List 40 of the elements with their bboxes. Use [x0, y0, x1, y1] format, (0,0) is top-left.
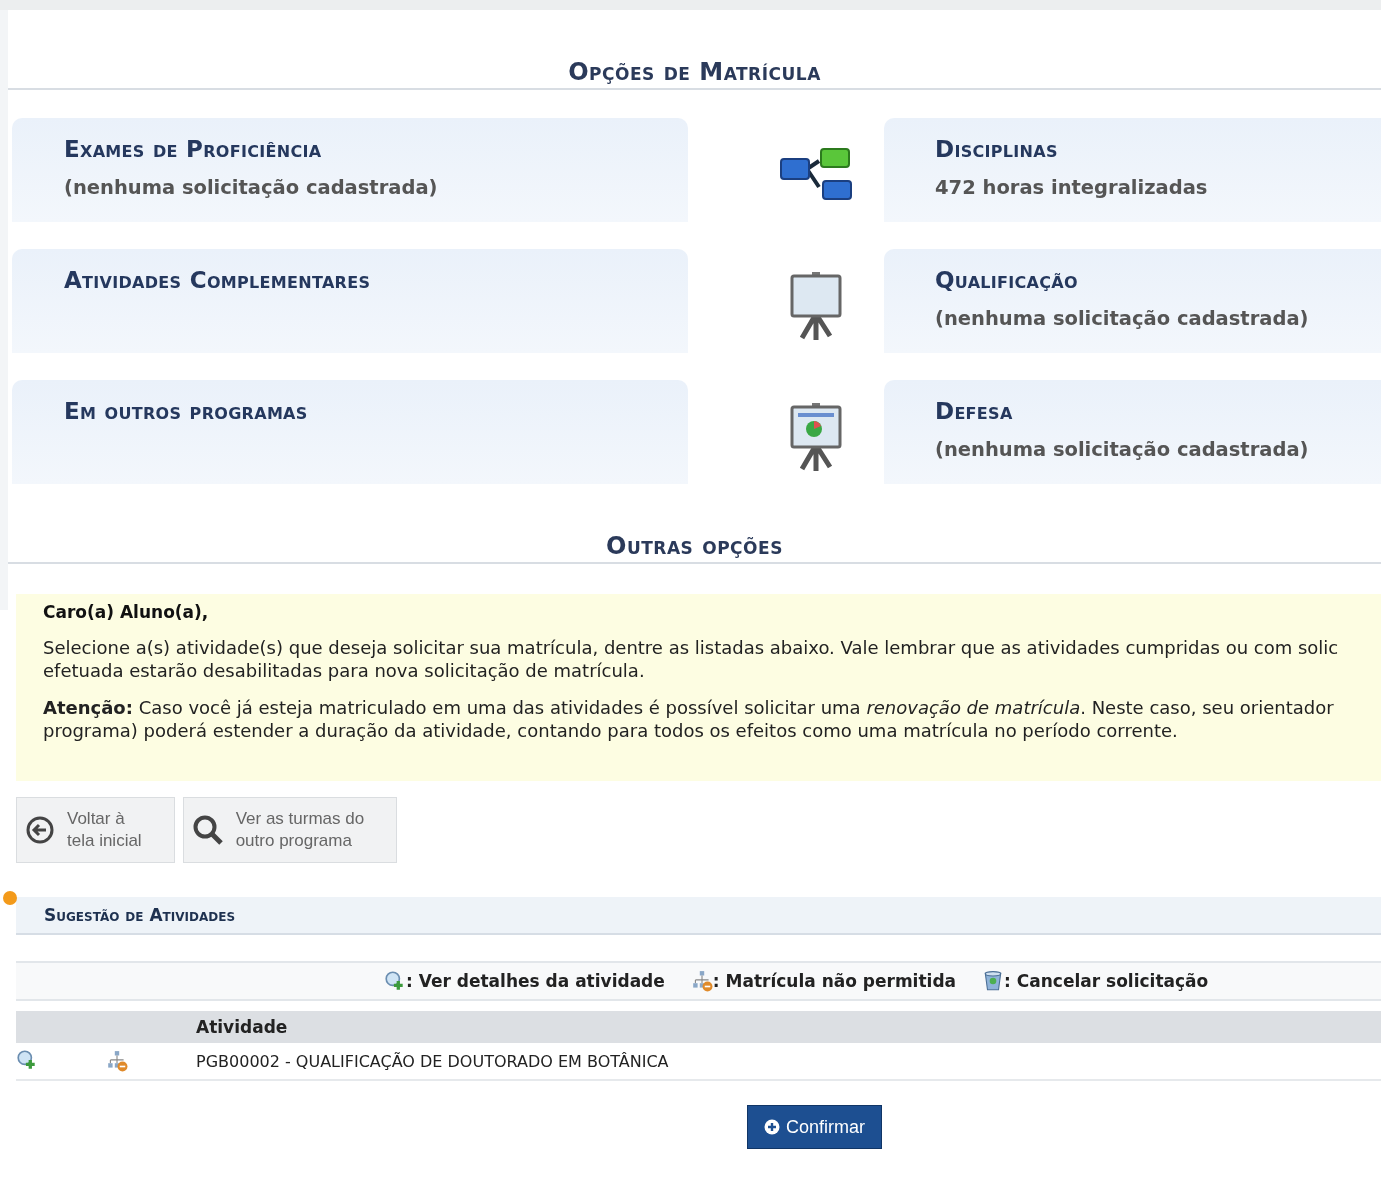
action-button[interactable]: Ver as turmas do outro programa: [182, 797, 398, 863]
card-title: Atividades Complementares: [64, 267, 372, 293]
card-subtitle: (nenhuma solicitação cadastrada): [935, 438, 1310, 461]
table-cell: PGB00002 - QUALIFICAÇÃO DE DOUTORADO EM BOTÂNICA: [196, 1051, 669, 1071]
option-card[interactable]: Disciplinas 472 horas integralizadas: [884, 118, 1381, 222]
section-header-title: Sugestão de Atividades: [44, 905, 236, 925]
notice-paragraph: Atenção: Caso você já esteja matriculado em uma das atividades é possível solicitar uma renovação de matrícula. Neste caso, seu orientador programa) poderá estender a duração da atividade, contando para todos os efeitos como uma matrícula no período corrente.: [43, 696, 1335, 742]
card-subtitle: 472 horas integralizadas: [935, 176, 1209, 199]
hierarchy-blocked-icon: [106, 1050, 128, 1072]
presentation-board-icon: [788, 401, 844, 473]
card-subtitle: (nenhuma solicitação cadastrada): [64, 176, 439, 199]
action-button[interactable]: Voltar à tela inicial: [16, 797, 175, 863]
magnifier-plus-icon[interactable]: [384, 970, 406, 992]
column-header: Atividade: [196, 1017, 288, 1037]
magnifier-plus-icon[interactable]: [16, 1049, 38, 1071]
card-title: Disciplinas: [935, 136, 1059, 162]
notice-paragraph: Selecione a(s) atividade(s) que deseja solicitar sua matrícula, dentre as listadas abaixo. Vale lembrar que as atividades cumpridas ou com solic efetuada estarão desabilitadas para nova solicitação de matrícula.: [43, 636, 1340, 682]
search-icon: [191, 814, 224, 846]
section-title: Outras opções: [8, 532, 1381, 564]
legend-label: : Ver detalhes da atividade: [406, 971, 665, 991]
option-card[interactable]: Qualificação (nenhuma solicitação cadastrada): [884, 249, 1381, 353]
section-title: Opções de Matrícula: [8, 58, 1381, 90]
presentation-board-icon: [788, 270, 844, 342]
notice-greeting: Caro(a) Aluno(a),: [43, 602, 210, 622]
legend-label: : Matrícula não permitida: [712, 971, 957, 991]
card-title: Em outros programas: [64, 398, 309, 424]
confirm-button[interactable]: Confirmar: [747, 1105, 882, 1149]
hierarchy-icon: [779, 147, 853, 203]
legend-label: : Cancelar solicitação: [1004, 971, 1209, 991]
card-title: Qualificação: [935, 267, 1079, 293]
marker-dot: [3, 891, 17, 905]
option-card[interactable]: Em outros programas: [12, 380, 688, 484]
hierarchy-blocked-icon: [690, 970, 713, 992]
card-title: Exames de Proficiência: [64, 136, 323, 162]
card-title: Defesa: [935, 398, 1014, 424]
plus-circle-icon: [764, 1119, 780, 1135]
option-card[interactable]: Exames de Proficiência (nenhuma solicitação cadastrada): [12, 118, 688, 222]
card-subtitle: (nenhuma solicitação cadastrada): [935, 307, 1310, 330]
option-card[interactable]: Atividades Complementares: [12, 249, 688, 353]
option-card[interactable]: Defesa (nenhuma solicitação cadastrada): [884, 380, 1381, 484]
